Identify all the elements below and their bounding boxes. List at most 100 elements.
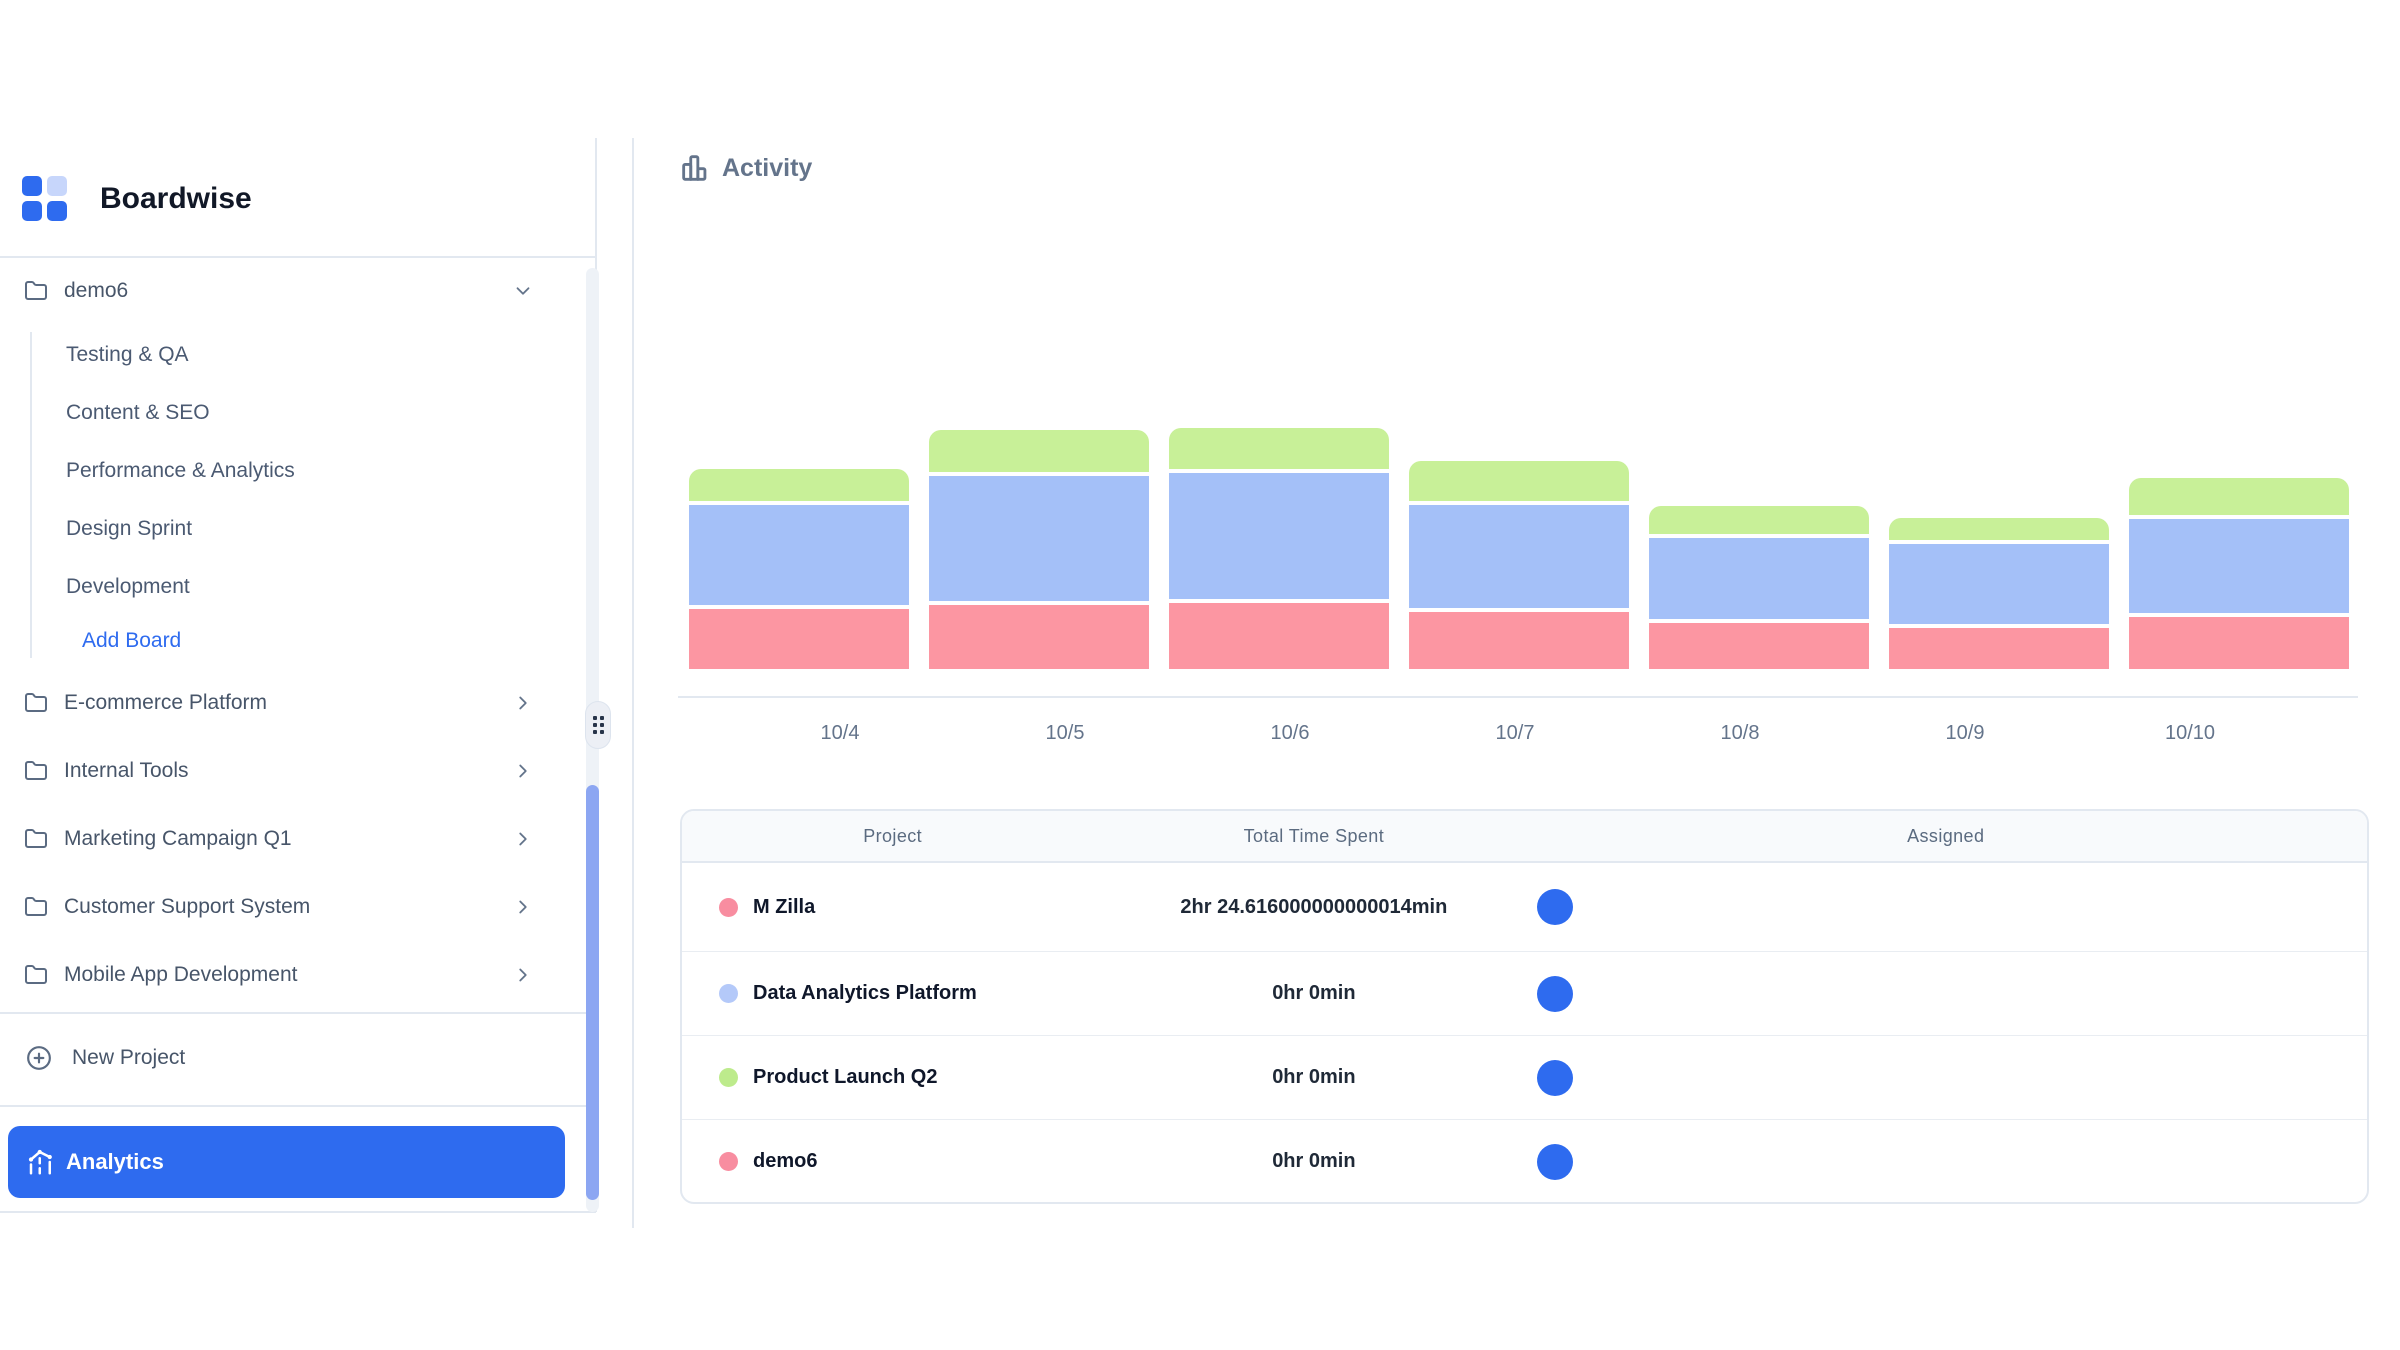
project-color-dot — [719, 1068, 738, 1087]
bar-segment-green — [2129, 478, 2349, 515]
analytics-chart-icon — [26, 1147, 56, 1177]
chevron-right-icon[interactable] — [512, 828, 534, 850]
sidebar-divider — [0, 256, 596, 258]
bar-segment-pink — [1169, 603, 1389, 669]
bar-segment-pink — [689, 609, 909, 669]
bar-segment-pink — [2129, 617, 2349, 669]
assigned-cell — [1525, 976, 2368, 1012]
assignee-avatar[interactable] — [1537, 1060, 1573, 1096]
chart-bar-10/8 — [1649, 506, 1869, 669]
chevron-right-icon[interactable] — [512, 964, 534, 986]
column-header-assigned: Assigned — [1525, 826, 2368, 847]
assigned-cell — [1525, 1144, 2368, 1180]
x-axis-label: 10/4 — [821, 722, 860, 745]
bar-segment-blue — [1649, 538, 1869, 619]
logo-square — [22, 176, 42, 196]
new-project-label: New Project — [72, 1046, 185, 1070]
brand-title: Boardwise — [100, 176, 252, 221]
bar-segment-blue — [1169, 473, 1389, 599]
main-panel-left-border — [632, 138, 634, 1228]
assignee-avatar[interactable] — [1537, 976, 1573, 1012]
table-row: demo6 0hr 0min — [682, 1119, 2367, 1203]
analytics-button[interactable]: Analytics — [8, 1126, 565, 1198]
chevron-down-icon[interactable] — [512, 280, 534, 302]
page-title: Activity — [722, 151, 812, 185]
project-cell: M Zilla — [682, 896, 1103, 919]
column-header-project: Project — [682, 826, 1103, 847]
chart-bar-10/4 — [689, 469, 909, 669]
analytics-label: Analytics — [66, 1149, 164, 1175]
project-cell: demo6 — [682, 1150, 1103, 1173]
table-header-row: Project Total Time Spent Assigned — [682, 811, 2367, 863]
chart-bar-10/6 — [1169, 428, 1389, 669]
new-project-button[interactable]: New Project — [0, 1038, 596, 1078]
sidebar-divider — [0, 1012, 596, 1014]
folder-icon — [24, 895, 48, 919]
bar-segment-blue — [1889, 544, 2109, 624]
sidebar-bottom-border — [0, 1211, 596, 1213]
bar-segment-blue — [1409, 505, 1629, 608]
bar-segment-blue — [2129, 519, 2349, 613]
project-name: M Zilla — [753, 896, 815, 919]
bar-chart-icon — [678, 151, 712, 185]
x-axis-label: 10/6 — [1271, 722, 1310, 745]
board-item[interactable]: Development — [66, 572, 190, 602]
sidebar-project-demo6[interactable]: demo6 — [0, 271, 596, 311]
project-name: Product Launch Q2 — [753, 1066, 937, 1089]
sidebar-project-ecommerce-platform[interactable]: E-commerce Platform — [0, 683, 596, 723]
project-label: Internal Tools — [64, 759, 189, 783]
time-spent-table: Project Total Time Spent Assigned M Zill… — [680, 809, 2369, 1204]
project-cell: Data Analytics Platform — [682, 982, 1103, 1005]
folder-icon — [24, 759, 48, 783]
x-axis-label: 10/9 — [1946, 722, 1985, 745]
add-board-button[interactable]: Add Board — [82, 626, 181, 656]
chart-bar-10/5 — [929, 430, 1149, 669]
bar-segment-blue — [689, 505, 909, 605]
x-axis-label: 10/10 — [2165, 722, 2215, 745]
sidebar-project-internal-tools[interactable]: Internal Tools — [0, 751, 596, 791]
board-item[interactable]: Content & SEO — [66, 398, 210, 428]
assignee-avatar[interactable] — [1537, 889, 1573, 925]
sidebar-scrollbar-thumb[interactable] — [586, 785, 599, 1200]
grip-dots-icon — [593, 716, 604, 734]
x-axis-label: 10/7 — [1496, 722, 1535, 745]
assigned-cell — [1525, 889, 2368, 925]
bar-segment-blue — [929, 476, 1149, 601]
panel-resize-handle[interactable] — [585, 701, 611, 749]
chevron-right-icon[interactable] — [512, 896, 534, 918]
project-name: Data Analytics Platform — [753, 982, 977, 1005]
chevron-right-icon[interactable] — [512, 692, 534, 714]
project-color-dot — [719, 984, 738, 1003]
board-item[interactable]: Testing & QA — [66, 340, 189, 370]
tree-indent-line — [30, 332, 32, 658]
sidebar-project-marketing-campaign-q1[interactable]: Marketing Campaign Q1 — [0, 819, 596, 859]
project-cell: Product Launch Q2 — [682, 1066, 1103, 1089]
folder-icon — [24, 827, 48, 851]
project-name: demo6 — [753, 1150, 817, 1173]
project-label: Customer Support System — [64, 895, 310, 919]
x-axis-line — [678, 696, 2358, 698]
table-row: M Zilla 2hr 24.616000000000014min — [682, 863, 2367, 951]
sidebar-project-mobile-app-development[interactable]: Mobile App Development — [0, 955, 596, 995]
project-label: Mobile App Development — [64, 963, 297, 987]
chart-bar-10/9 — [1889, 518, 2109, 669]
time-cell: 2hr 24.616000000000014min — [1103, 894, 1524, 921]
app-logo — [22, 176, 67, 221]
time-cell: 0hr 0min — [1103, 1148, 1524, 1175]
chart-bar-10/10 — [2129, 478, 2349, 669]
board-item[interactable]: Design Sprint — [66, 514, 192, 544]
x-axis-label: 10/8 — [1721, 722, 1760, 745]
assignee-avatar[interactable] — [1537, 1144, 1573, 1180]
plus-circle-icon — [26, 1045, 52, 1071]
sidebar-project-customer-support-system[interactable]: Customer Support System — [0, 887, 596, 927]
board-item[interactable]: Performance & Analytics — [66, 456, 295, 486]
project-label: E-commerce Platform — [64, 691, 267, 715]
bar-segment-green — [929, 430, 1149, 472]
folder-icon — [24, 279, 48, 303]
table-row: Data Analytics Platform 0hr 0min — [682, 951, 2367, 1035]
logo-square-light — [47, 176, 67, 196]
bar-segment-green — [1409, 461, 1629, 501]
time-cell: 0hr 0min — [1103, 1064, 1524, 1091]
project-color-dot — [719, 898, 738, 917]
chevron-right-icon[interactable] — [512, 760, 534, 782]
